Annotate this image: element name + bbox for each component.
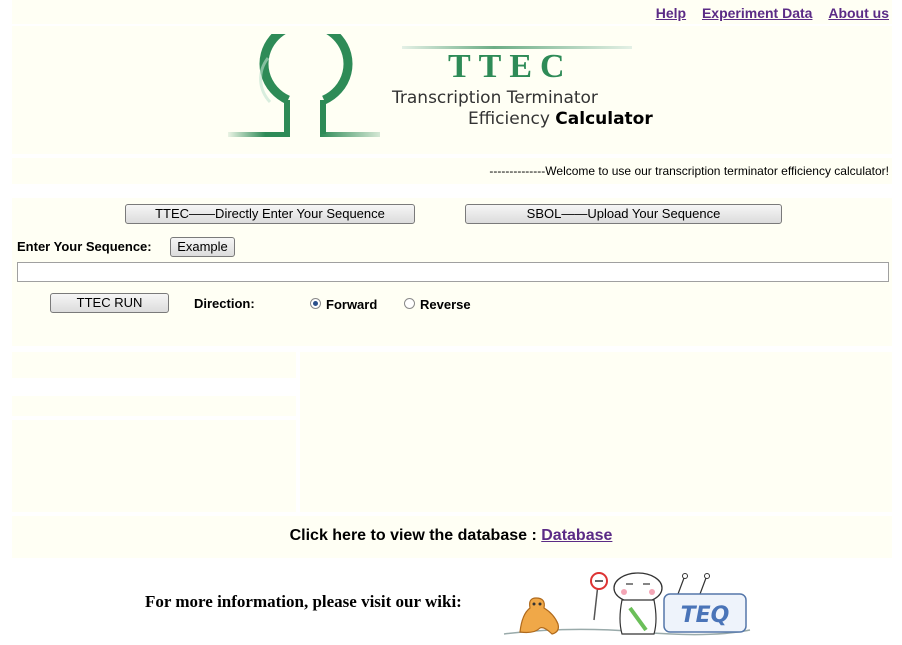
- omega-terminator-icon: [228, 34, 380, 137]
- direction-reverse-radio[interactable]: Reverse: [404, 297, 484, 313]
- result-left-panel-3: [12, 420, 296, 512]
- result-left-panel-2: [12, 396, 296, 416]
- sbol-upload-button[interactable]: SBOL——Upload Your Sequence: [465, 204, 782, 224]
- logo-line2-efficiency: Efficiency: [468, 109, 550, 129]
- sequence-input[interactable]: [17, 262, 889, 282]
- result-right-panel: [300, 352, 892, 512]
- radio-unselected-icon[interactable]: [404, 298, 415, 309]
- database-row: Click here to view the database : Databa…: [0, 527, 902, 545]
- database-link[interactable]: Database: [541, 527, 612, 544]
- wiki-logo-link[interactable]: TEQ: [500, 568, 755, 640]
- forward-label: Forward: [326, 297, 378, 312]
- top-nav: Help Experiment Data About us: [644, 5, 889, 21]
- example-button[interactable]: Example: [170, 237, 235, 257]
- logo-line2: Efficiency Calculator: [468, 109, 653, 129]
- ttec-logo: TTEC Transcription Terminator Efficiency…: [226, 34, 666, 144]
- teq-mascot-icon[interactable]: TEQ: [500, 568, 755, 640]
- ttec-run-button[interactable]: TTEC RUN: [50, 293, 169, 313]
- sequence-label: Enter Your Sequence:: [17, 239, 152, 254]
- direction-label: Direction:: [194, 296, 255, 311]
- wiki-logo-text: TEQ: [681, 603, 730, 628]
- wiki-prompt: For more information, please visit our w…: [145, 592, 462, 611]
- logo-title: TTEC: [448, 48, 573, 85]
- logo-line1: Transcription Terminator: [392, 88, 598, 108]
- result-left-panel-1: [12, 352, 296, 378]
- reverse-label: Reverse: [420, 297, 471, 312]
- help-link[interactable]: Help: [656, 5, 686, 21]
- experiment-data-link[interactable]: Experiment Data: [702, 5, 812, 21]
- radio-selected-icon[interactable]: [310, 298, 321, 309]
- ttec-direct-entry-button[interactable]: TTEC——Directly Enter Your Sequence: [125, 204, 415, 224]
- logo-line2-calculator: Calculator: [555, 109, 653, 129]
- about-us-link[interactable]: About us: [828, 5, 889, 21]
- direction-forward-radio[interactable]: Forward: [310, 297, 390, 313]
- welcome-text: --------------Welcome to use our transcr…: [489, 164, 889, 178]
- database-prompt: Click here to view the database :: [289, 527, 537, 544]
